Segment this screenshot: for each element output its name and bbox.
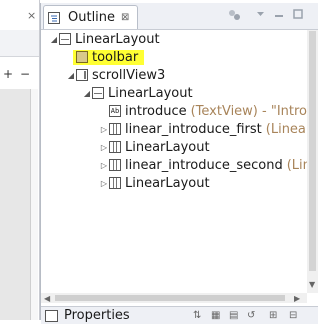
- tree-item[interactable]: ▷ linear_introduce_first (LinearL: [99, 120, 307, 138]
- tree-item[interactable]: toolbar: [66, 48, 145, 66]
- outline-tab-bar: Outline ⊠: [41, 3, 318, 30]
- editor-scrollbar[interactable]: [31, 89, 38, 320]
- maximize-icon[interactable]: [293, 9, 303, 19]
- tree-item-label: LinearLayout: [108, 85, 193, 101]
- collapse-icon[interactable]: ◢: [49, 35, 59, 44]
- zoom-out-icon[interactable]: −: [20, 67, 34, 81]
- tree-item[interactable]: ▷ LinearLayout: [99, 174, 210, 192]
- outline-tree: ◢ LinearLayout toolbar ◢ scrollView3 ◢ L…: [41, 30, 307, 293]
- tree-item-label: LinearLayout: [75, 31, 160, 47]
- scrollbar-thumb[interactable]: [55, 295, 285, 301]
- tree-item-label: LinearLayout: [125, 175, 210, 191]
- filter-icon[interactable]: ▤: [229, 310, 238, 321]
- categories-icon[interactable]: ⇅: [193, 310, 201, 321]
- tree-item-label: introduce: [125, 103, 187, 119]
- tree-item-type: (Line: [286, 157, 307, 173]
- collapse-icon[interactable]: ◢: [82, 89, 92, 98]
- expand-icon[interactable]: ▷: [99, 179, 109, 188]
- expand-icon[interactable]: ▷: [99, 161, 109, 170]
- layout-icon: [59, 33, 71, 45]
- tree-item-label: linear_introduce_first: [125, 121, 262, 137]
- tree-item-label: scrollView3: [92, 67, 166, 83]
- tree-item[interactable]: ◢ LinearLayout: [49, 30, 160, 48]
- outline-view: Outline ⊠ ◢ LinearLayout toolbar ◢ scrol…: [40, 3, 318, 324]
- advanced-icon[interactable]: ▦: [211, 310, 220, 321]
- expand-all-icon[interactable]: ⊞: [269, 310, 277, 321]
- tree-item[interactable]: ◢ scrollView3: [66, 66, 165, 84]
- scrollview-icon: [76, 69, 88, 81]
- tree-item-type: (LinearL: [265, 121, 307, 137]
- collapse-all-icon[interactable]: ⊟: [289, 310, 297, 321]
- close-icon[interactable]: ⊠: [121, 12, 129, 23]
- tab-properties[interactable]: Properties: [64, 308, 130, 323]
- tree-item[interactable]: ▷ linear_introduce_second (Line: [99, 156, 307, 174]
- collapse-icon[interactable]: ◢: [66, 71, 76, 80]
- scrollbar-thumb[interactable]: [309, 31, 316, 271]
- tree-item-label: LinearLayout: [125, 139, 210, 155]
- linearlayout-icon: [109, 141, 121, 153]
- linearlayout-icon: [109, 159, 121, 171]
- tree-item[interactable]: ▷ LinearLayout: [99, 138, 210, 156]
- scroll-left-icon[interactable]: ◀: [44, 294, 50, 303]
- restore-default-icon[interactable]: ↺: [247, 310, 255, 321]
- textview-icon: Ab: [109, 105, 121, 117]
- scroll-right-icon[interactable]: ▶: [294, 294, 300, 303]
- zoom-in-icon[interactable]: +: [3, 67, 17, 81]
- properties-tab-bar: Properties ⇅ ▦ ▤ ↺ ⊞ ⊟: [41, 306, 318, 324]
- linearlayout-icon: [109, 123, 121, 135]
- editor-area-edge: × + −: [0, 0, 40, 320]
- tree-item[interactable]: Ab introduce (TextView) - "Introd: [99, 102, 307, 120]
- expand-icon[interactable]: ▷: [99, 125, 109, 134]
- scroll-down-icon[interactable]: ▼: [309, 280, 315, 289]
- tree-options-icon[interactable]: [228, 9, 241, 21]
- selected-tree-item[interactable]: toolbar: [73, 49, 145, 65]
- expand-icon[interactable]: ▷: [99, 143, 109, 152]
- editor-tab-close-icon[interactable]: ×: [27, 9, 36, 22]
- tree-item-label: linear_introduce_second: [125, 157, 283, 173]
- outline-icon: [48, 11, 60, 24]
- outline-tab-title: Outline: [68, 10, 116, 25]
- horizontal-scrollbar[interactable]: ◀ ▶: [41, 293, 307, 303]
- toolbar-icon: [76, 51, 88, 63]
- vertical-scrollbar[interactable]: ▼: [307, 30, 318, 293]
- minimize-icon[interactable]: [274, 9, 284, 19]
- tab-outline[interactable]: Outline ⊠: [43, 5, 139, 29]
- layout-canvas[interactable]: [0, 89, 31, 320]
- tree-item-label: toolbar: [92, 49, 139, 65]
- tree-item[interactable]: ◢ LinearLayout: [82, 84, 193, 102]
- tree-item-type: (TextView) - "Introd: [190, 103, 307, 119]
- linearlayout-icon: [109, 177, 121, 189]
- layout-icon: [92, 87, 104, 99]
- editor-toolbar: [0, 30, 39, 57]
- view-menu-icon[interactable]: [256, 9, 265, 19]
